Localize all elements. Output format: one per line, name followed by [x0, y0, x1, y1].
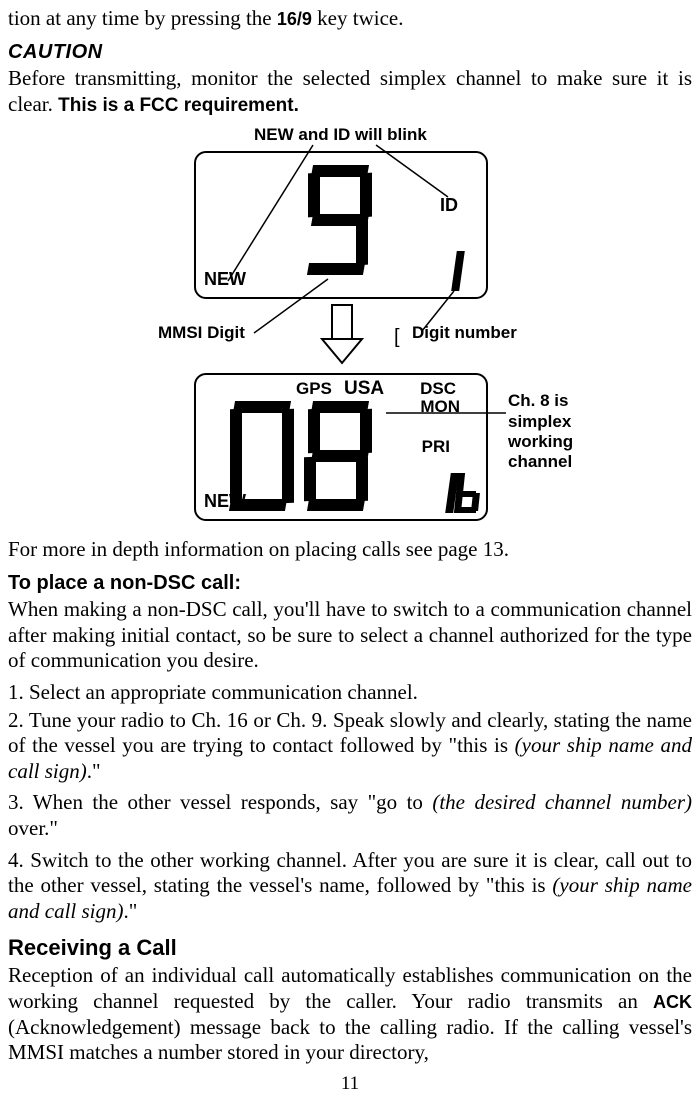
key-16-9: 16/9 — [277, 9, 312, 29]
text: ." — [87, 759, 101, 783]
receiving-call-body: Reception of an individual call automati… — [8, 963, 692, 1065]
placeholder-channel-number: (the desired channel number) — [432, 790, 692, 814]
figure-connector-lines — [8, 123, 692, 537]
text: tion at any time by pressing the — [8, 6, 277, 30]
fragment-top: tion at any time by pressing the 16/9 ke… — [8, 6, 692, 32]
text: (Acknowledgement) message back to the ca… — [8, 1015, 692, 1065]
step-3: 3. When the other vessel responds, say "… — [8, 790, 692, 841]
page-number: 11 — [8, 1072, 692, 1095]
text: key twice. — [312, 6, 404, 30]
text: over." — [8, 816, 58, 840]
step-2: 2. Tune your radio to Ch. 16 or Ch. 9. S… — [8, 708, 692, 785]
nondsc-heading: To place a non-DSC call: — [8, 571, 692, 595]
receiving-call-heading: Receiving a Call — [8, 935, 692, 962]
text: Reception of an individual call automati… — [8, 963, 692, 1013]
text: ." — [124, 899, 138, 923]
caution-heading: CAUTION — [8, 40, 692, 64]
ack-label: ACK — [653, 992, 692, 1012]
step-1: 1. Select an appropriate communication c… — [8, 680, 692, 706]
step-4: 4. Switch to the other working channel. … — [8, 848, 692, 925]
text: 3. When the other vessel responds, say "… — [8, 790, 432, 814]
fcc-requirement: This is a FCC requirement. — [58, 95, 299, 116]
caution-body: Before transmitting, monitor the selecte… — [8, 66, 692, 117]
figure-lcd-diagram: NEW and ID will blink NEW ID MMSI Digit … — [8, 123, 692, 537]
more-info-text: For more in depth information on placing… — [8, 537, 692, 563]
nondsc-intro: When making a non-DSC call, you'll have … — [8, 597, 692, 674]
